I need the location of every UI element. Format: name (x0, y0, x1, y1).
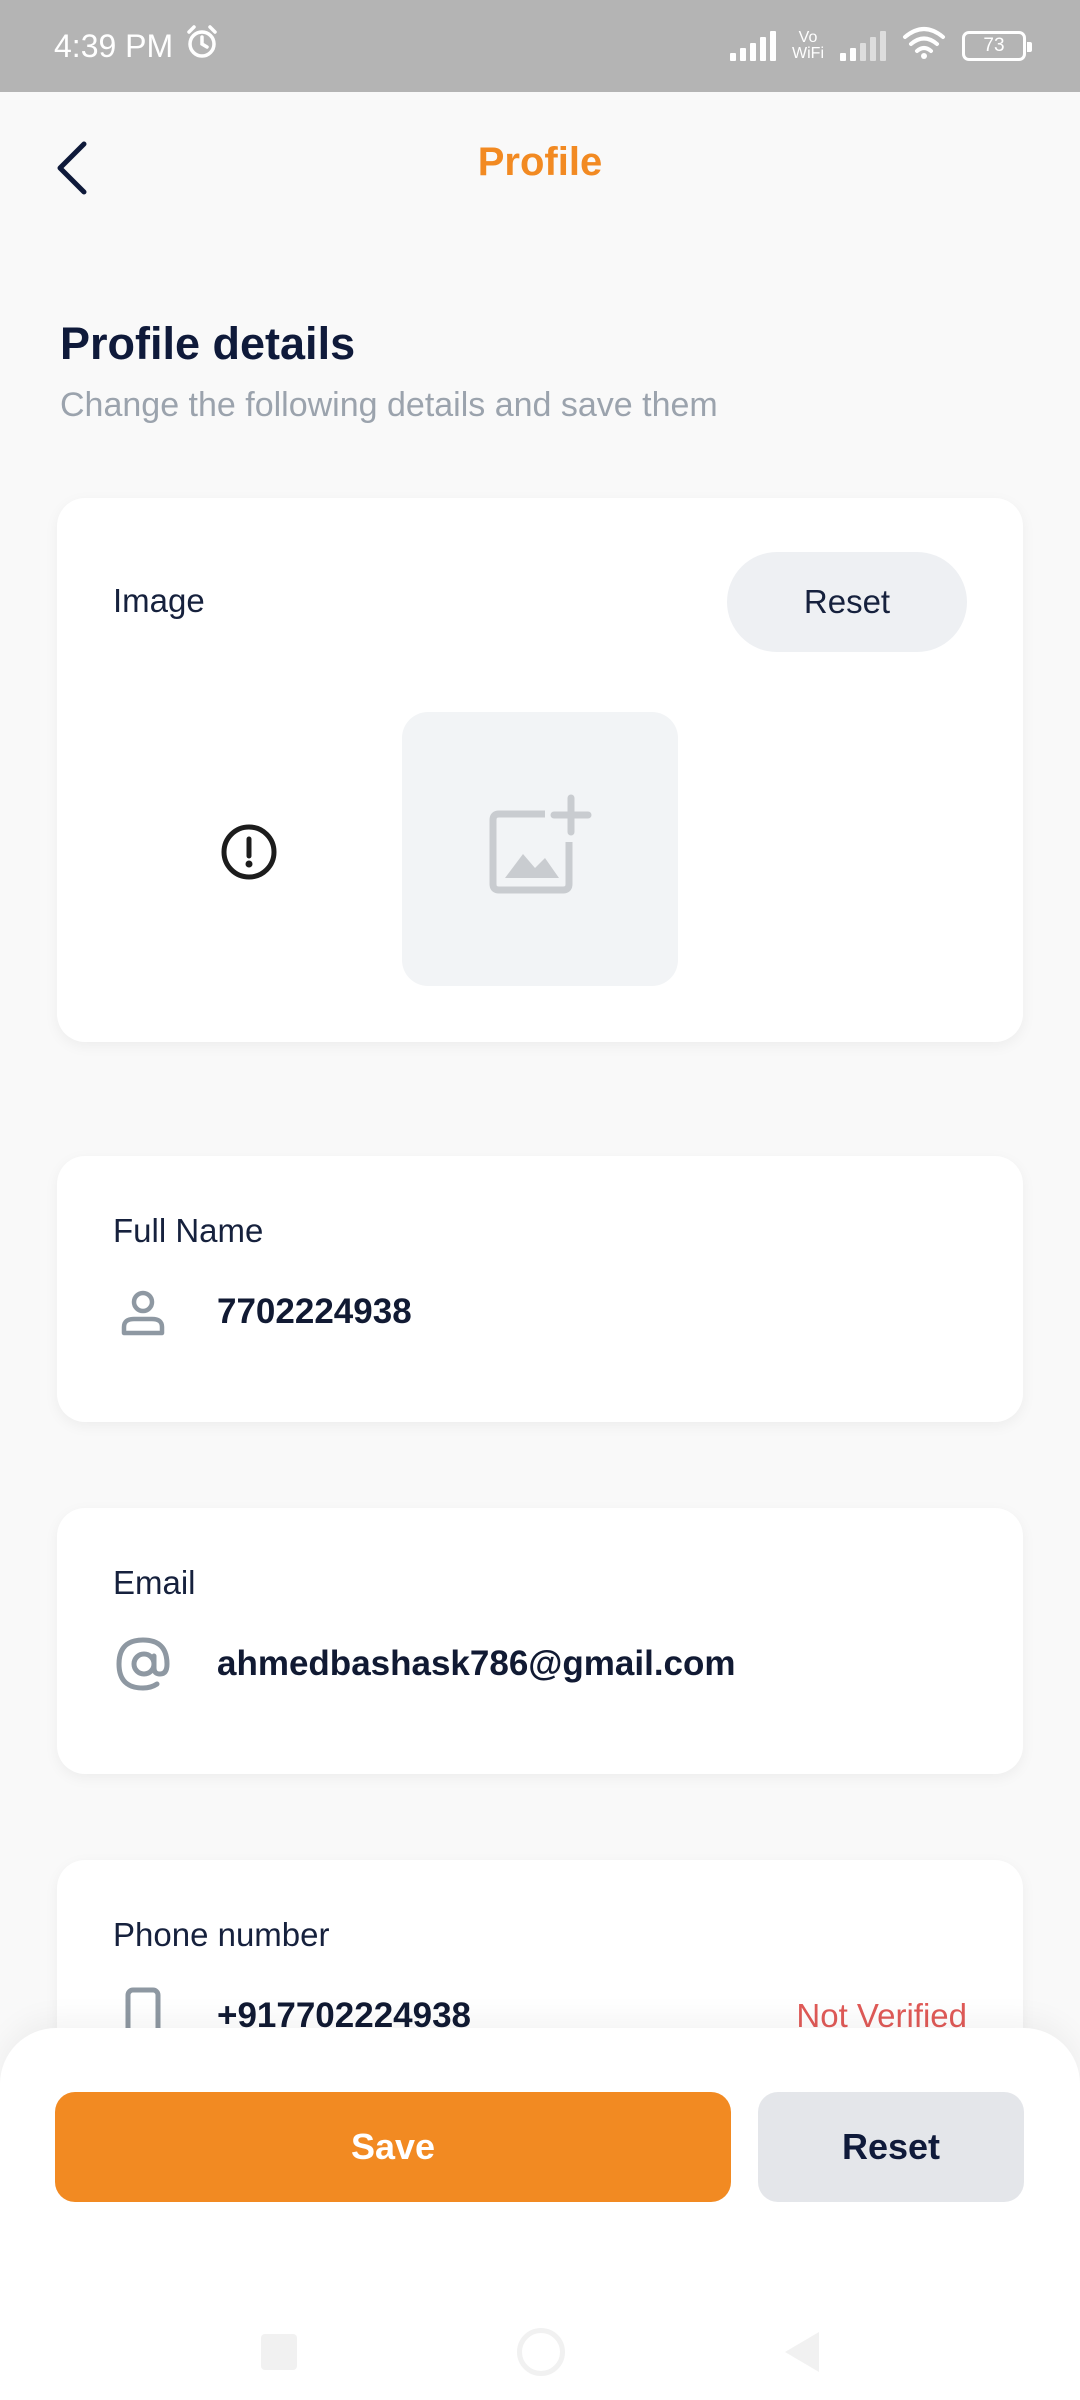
status-time: 4:39 PM (54, 27, 174, 64)
section-subtitle: Change the following details and save th… (60, 386, 718, 424)
status-bar: 4:39 PM Vo WiFi 73 (0, 0, 1080, 92)
full-name-card[interactable]: Full Name 7702224938 (57, 1156, 1023, 1422)
person-icon (113, 1282, 173, 1342)
image-card: Image Reset (57, 498, 1023, 1042)
vowifi-label: Vo WiFi (792, 29, 824, 62)
recents-icon[interactable] (261, 2334, 297, 2370)
page-title: Profile (477, 140, 603, 184)
alarm-icon (183, 23, 221, 69)
phone-label: Phone number (113, 1916, 330, 1953)
image-upload-placeholder[interactable] (402, 712, 678, 986)
wifi-icon (902, 25, 946, 67)
home-icon[interactable] (517, 2328, 565, 2376)
reset-button[interactable]: Reset (758, 2092, 1024, 2202)
signal-icon (730, 31, 777, 61)
bottom-action-bar: Save Reset (0, 2028, 1080, 2400)
battery-indicator: 73 (962, 31, 1032, 61)
at-sign-icon (113, 1634, 173, 1694)
email-card[interactable]: Email ahmedbashask786@gmail.com (57, 1508, 1023, 1774)
back-triangle-icon[interactable] (785, 2332, 819, 2372)
email-value[interactable]: ahmedbashask786@gmail.com (217, 1644, 736, 1684)
section-title: Profile details (60, 318, 356, 369)
image-reset-button[interactable]: Reset (727, 552, 967, 652)
full-name-value[interactable]: 7702224938 (217, 1292, 412, 1332)
add-image-icon (485, 792, 595, 907)
image-label: Image (113, 582, 205, 619)
email-label: Email (113, 1564, 196, 1601)
exclamation-circle-icon[interactable] (219, 822, 279, 882)
full-name-label: Full Name (113, 1212, 264, 1249)
save-button[interactable]: Save (55, 2092, 731, 2202)
app-header: Profile (0, 92, 1080, 248)
system-nav-bar (0, 2304, 1080, 2400)
signal-icon-secondary (840, 31, 886, 61)
